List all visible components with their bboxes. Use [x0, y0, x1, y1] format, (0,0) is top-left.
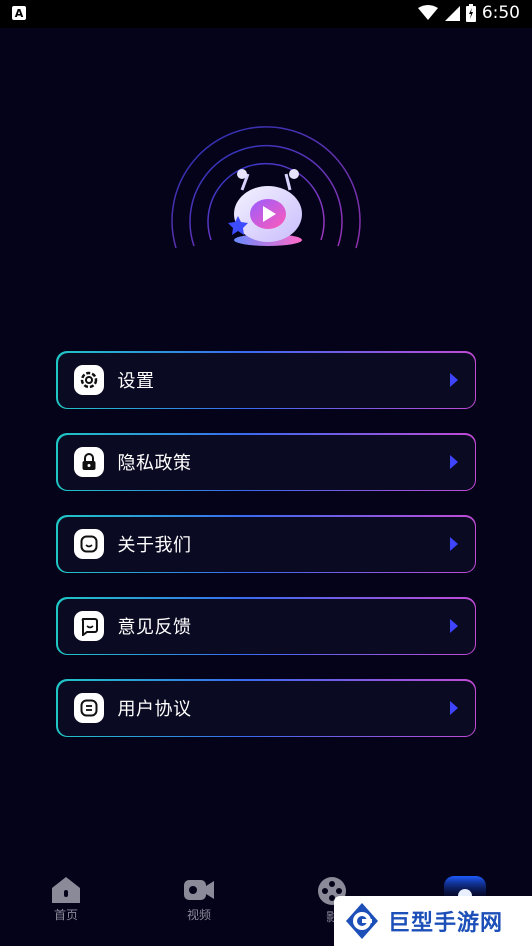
menu-item-feedback[interactable]: 意见反馈 — [56, 597, 476, 655]
cellular-signal-icon — [444, 6, 460, 21]
chat-smile-icon — [73, 611, 104, 641]
menu-item-label: 关于我们 — [117, 535, 192, 556]
chevron-right-icon — [450, 619, 458, 633]
menu-item-label: 设置 — [117, 371, 155, 392]
watermark-logo: 巨型手游网 — [334, 896, 532, 946]
chevron-right-icon — [450, 537, 458, 551]
settings-menu: 设置 隐私政策 关于我们 意见反馈 用户协议 — [56, 351, 476, 761]
menu-item-label: 意见反馈 — [117, 617, 192, 638]
wifi-icon — [417, 5, 438, 20]
tab-label: 首页 — [53, 908, 78, 922]
smile-icon — [73, 529, 104, 559]
document-icon — [73, 693, 104, 723]
watermark-e-icon — [346, 903, 378, 939]
chevron-right-icon — [450, 373, 458, 387]
tab-home[interactable]: 首页 — [26, 876, 106, 936]
chevron-right-icon — [450, 701, 458, 715]
battery-icon — [465, 4, 476, 22]
status-bar: A 6:50 — [0, 0, 532, 28]
menu-item-label: 隐私政策 — [117, 453, 192, 474]
menu-item-about-us[interactable]: 关于我们 — [56, 515, 476, 573]
menu-item-user-agreement[interactable]: 用户协议 — [56, 679, 476, 737]
hero-mascot — [166, 108, 366, 308]
chevron-right-icon — [450, 455, 458, 469]
watermark-text: 巨型手游网 — [388, 911, 504, 936]
notification-badge: A — [12, 6, 26, 20]
robot-mascot-play-icon — [171, 126, 361, 249]
gear-icon — [73, 365, 104, 395]
menu-item-settings[interactable]: 设置 — [56, 351, 476, 409]
home-icon — [52, 877, 80, 903]
lock-icon — [73, 447, 104, 477]
menu-item-privacy-policy[interactable]: 隐私政策 — [56, 433, 476, 491]
clock: 6:50 — [481, 3, 520, 23]
video-camera-icon — [184, 880, 214, 900]
tab-label: 视频 — [186, 908, 211, 922]
status-icons: 6:50 — [417, 3, 520, 23]
menu-item-label: 用户协议 — [117, 699, 192, 720]
tab-video[interactable]: 视频 — [159, 876, 239, 936]
